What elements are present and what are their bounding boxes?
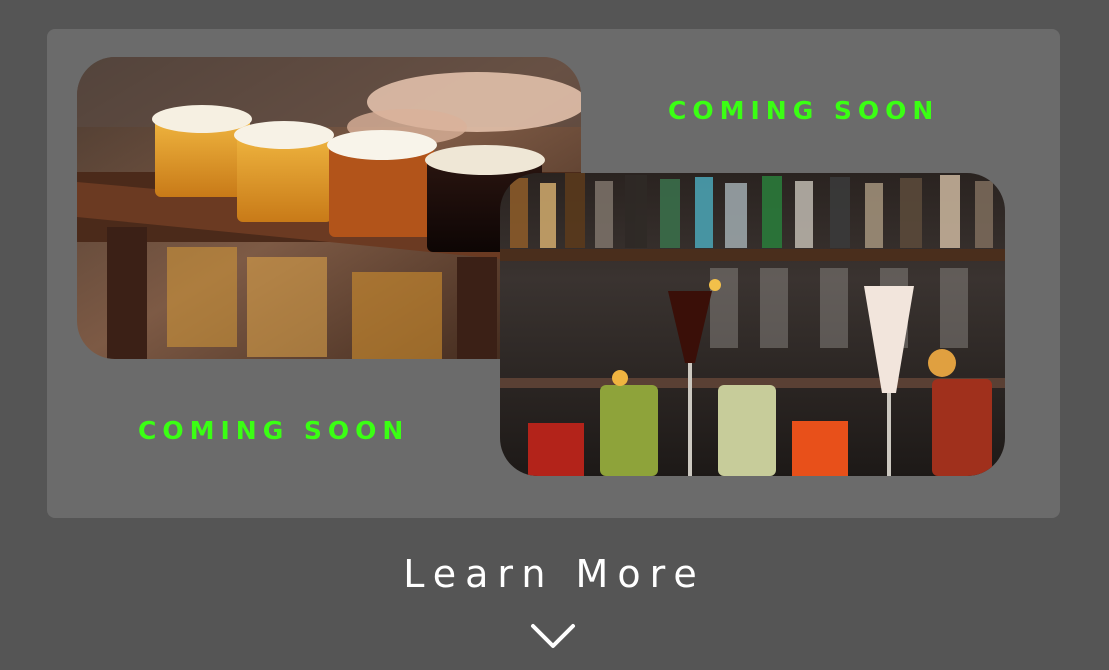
coming-soon-heading-top: COMING SOON — [668, 96, 940, 125]
cocktail-bar-photo — [500, 173, 1005, 476]
coming-soon-heading-bottom: COMING SOON — [138, 416, 410, 445]
learn-more-button[interactable]: Learn More — [0, 552, 1109, 596]
chevron-down-icon[interactable] — [529, 620, 577, 652]
